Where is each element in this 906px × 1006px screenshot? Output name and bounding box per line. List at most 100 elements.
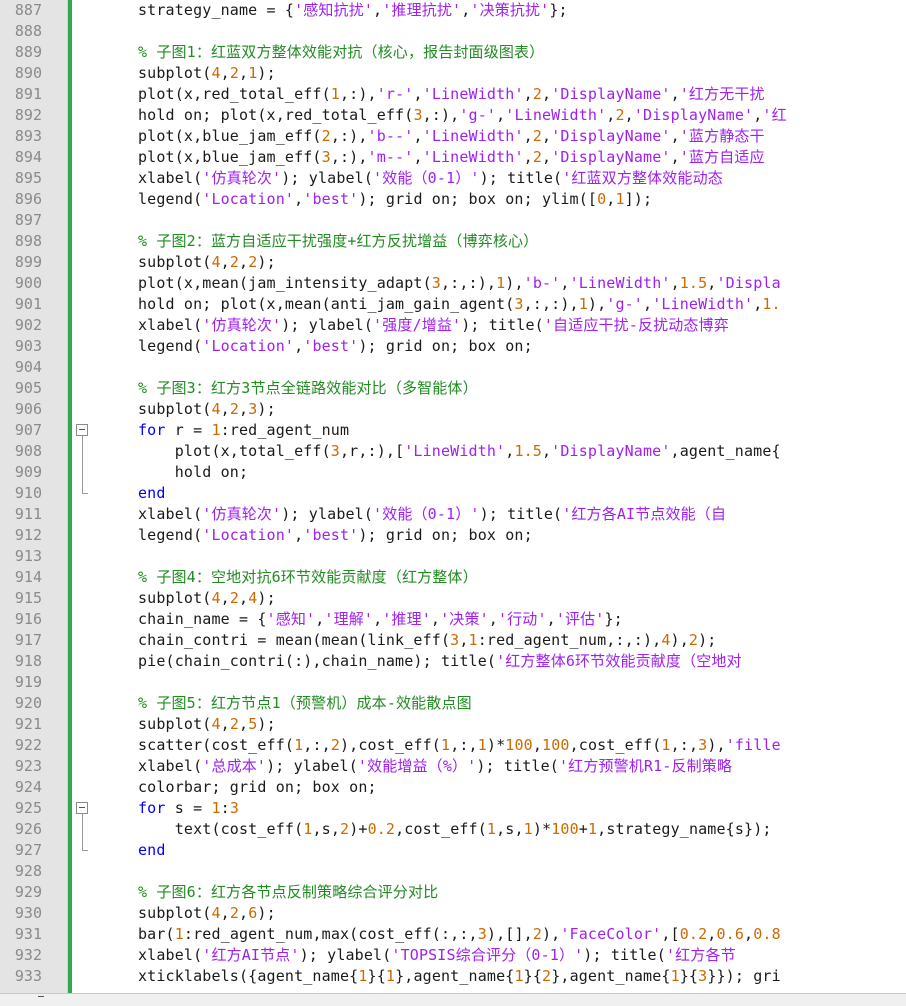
code-line[interactable]: 927 end	[0, 840, 906, 861]
code-line[interactable]: 901 hold on; plot(x,mean(anti_jam_gain_ag…	[0, 294, 906, 315]
code-line[interactable]: 926 text(cost_eff(1,s,2)+0.2,cost_eff(1,…	[0, 819, 906, 840]
code-lines[interactable]: 887 strategy_name = {'感知抗扰','推理抗扰','决策抗扰'…	[0, 0, 906, 987]
code-line[interactable]: 922 scatter(cost_eff(1,:,2),cost_eff(1,:,…	[0, 735, 906, 756]
line-code: xlabel('仿真轮次'); ylabel('效能（0-1）'); title…	[138, 504, 726, 525]
line-number: 923	[14, 757, 42, 775]
code-line[interactable]: 908 plot(x,total_eff(3,r,:),['LineWidth'…	[0, 441, 906, 462]
code-token: hold on;	[138, 463, 249, 481]
code-line[interactable]: 898 % 子图2：蓝方自适应干扰强度+红方反扰增益（博弈核心）	[0, 231, 906, 252]
code-line[interactable]: 917 chain_contri = mean(mean(link_eff(3,1…	[0, 630, 906, 651]
code-line[interactable]: 905 % 子图3：红方3节点全链路效能对比（多智能体）	[0, 378, 906, 399]
code-token: 'LineWidth'	[422, 85, 524, 103]
code-line[interactable]: 897	[0, 210, 906, 231]
code-token: 'best'	[303, 190, 359, 208]
code-token: 4	[661, 631, 671, 649]
code-line[interactable]: 893 plot(x,blue_jam_eff(2,:),'b--','LineW…	[0, 126, 906, 147]
code-token: 2	[542, 967, 552, 985]
fold-collapse-icon[interactable]	[76, 802, 88, 814]
code-token: hold on; plot(x,red_total_eff(	[138, 106, 414, 124]
line-number: 897	[14, 211, 42, 229]
code-token: '蓝方自适应	[679, 148, 765, 166]
code-token: 'Displa	[716, 274, 781, 292]
code-line[interactable]: 910 end	[0, 483, 906, 504]
line-number: 927	[14, 841, 42, 859]
code-token: 'Location'	[202, 337, 295, 355]
code-line[interactable]: 916 chain_name = {'感知','理解','推理','决策','行动…	[0, 609, 906, 630]
code-line[interactable]: 915 subplot(4,2,4);	[0, 588, 906, 609]
code-token: ,	[670, 148, 680, 166]
line-number: 926	[14, 820, 42, 838]
line-number: 895	[14, 169, 42, 187]
code-line[interactable]: 892 hold on; plot(x,red_total_eff(3,:),'g…	[0, 105, 906, 126]
line-number: 892	[14, 106, 42, 124]
code-token: }}); gri	[707, 967, 781, 985]
code-line[interactable]: 923 xlabel('总成本'); ylabel('效能增益（%）'); tit…	[0, 756, 906, 777]
line-code: plot(x,mean(jam_intensity_adapt(3,:,:),1…	[138, 273, 781, 294]
code-line[interactable]: 895 xlabel('仿真轮次'); ylabel('效能（0-1）'); ti…	[0, 168, 906, 189]
code-line[interactable]: 888	[0, 21, 906, 42]
code-line[interactable]: 919	[0, 672, 906, 693]
code-token: ,:,:),	[440, 274, 497, 292]
code-line[interactable]: 907 for r = 1:red_agent_num	[0, 420, 906, 441]
code-line[interactable]: 906 subplot(4,2,3);	[0, 399, 906, 420]
code-line[interactable]: 912 legend('Location','best'); grid on; b…	[0, 525, 906, 546]
code-line[interactable]: 911 xlabel('仿真轮次'); ylabel('效能（0-1）'); ti…	[0, 504, 906, 525]
line-number: 894	[14, 148, 42, 166]
code-token: for	[138, 799, 166, 817]
code-token: ),[],	[486, 925, 533, 943]
code-token: ,	[294, 337, 304, 355]
code-line[interactable]: 903 legend('Location','best'); grid on; b…	[0, 336, 906, 357]
code-line[interactable]: 925 for s = 1:3	[0, 798, 906, 819]
code-token: ),	[587, 295, 607, 313]
code-token: )*	[486, 736, 506, 754]
code-token: :red_agent_num	[220, 421, 350, 439]
code-token: '行动'	[497, 610, 547, 628]
code-token: strategy_name = {	[138, 1, 295, 19]
code-line[interactable]: 902 xlabel('仿真轮次'); ylabel('强度/增益'); titl…	[0, 315, 906, 336]
line-code: xlabel('总成本'); ylabel('效能增益（%）'); title(…	[138, 756, 732, 777]
code-line[interactable]: 930 subplot(4,2,6);	[0, 903, 906, 924]
code-line[interactable]: 932 xlabel('红方AI节点'); ylabel('TOPSIS综合评分（…	[0, 945, 906, 966]
code-line[interactable]: 933 xticklabels({agent_name{1}{1},agent_n…	[0, 966, 906, 987]
code-line[interactable]: 899 subplot(4,2,2);	[0, 252, 906, 273]
code-line[interactable]: 887 strategy_name = {'感知抗扰','推理抗扰','决策抗扰'…	[0, 0, 906, 21]
code-line[interactable]: 889 % 子图1：红蓝双方整体效能对抗（核心，报告封面级图表）	[0, 42, 906, 63]
code-line[interactable]: 929 % 子图6：红方各节点反制策略综合评分对比	[0, 882, 906, 903]
line-code: text(cost_eff(1,s,2)+0.2,cost_eff(1,s,1)…	[138, 819, 772, 840]
code-line[interactable]: 904	[0, 357, 906, 378]
code-token: ,	[220, 715, 230, 733]
code-line[interactable]: 891 plot(x,red_total_eff(1,:),'r-','LineW…	[0, 84, 906, 105]
line-code: subplot(4,2,1);	[138, 63, 276, 84]
code-line[interactable]: 914 % 子图4：空地对抗6环节效能贡献度（红方整体）	[0, 567, 906, 588]
code-token: '仿真轮次'	[202, 316, 282, 334]
code-line[interactable]: 921 subplot(4,2,5);	[0, 714, 906, 735]
code-line[interactable]: 890 subplot(4,2,1);	[0, 63, 906, 84]
code-line[interactable]: 900 plot(x,mean(jam_intensity_adapt(3,:,:…	[0, 273, 906, 294]
code-token: ,	[532, 736, 543, 754]
code-line[interactable]: 913	[0, 546, 906, 567]
code-line[interactable]: 896 legend('Location','best'); grid on; b…	[0, 189, 906, 210]
fold-guide-line	[82, 462, 83, 483]
code-line[interactable]: 909 hold on;	[0, 462, 906, 483]
code-line[interactable]: 931 bar(1:red_agent_num,max(cost_eff(:,:,…	[0, 924, 906, 945]
code-line[interactable]: 920 % 子图5：红方节点1（预警机）成本-效能散点图	[0, 693, 906, 714]
code-editor[interactable]: 887 strategy_name = {'感知抗扰','推理抗扰','决策抗扰'…	[0, 0, 906, 993]
code-token: '强度/增益'	[373, 316, 462, 334]
line-number: 910	[14, 484, 42, 502]
line-number: 918	[14, 652, 42, 670]
code-token: );	[257, 64, 276, 82]
code-line[interactable]: 918 pie(chain_contri(:),chain_name); titl…	[0, 651, 906, 672]
code-line[interactable]: 894 plot(x,blue_jam_eff(3,:),'m--','LineW…	[0, 147, 906, 168]
code-token: plot(x,mean(jam_intensity_adapt(	[138, 274, 432, 292]
code-line[interactable]: 928	[0, 861, 906, 882]
code-line[interactable]: 924 colorbar; grid on; box on;	[0, 777, 906, 798]
fold-collapse-icon[interactable]	[76, 424, 88, 436]
code-token: 2	[330, 736, 340, 754]
code-token: ,	[239, 400, 249, 418]
code-token: ,	[523, 127, 533, 145]
code-token: 3	[413, 106, 423, 124]
code-token: 3	[698, 967, 708, 985]
code-token: % 子图3：红方3节点全链路效能对比（多智能体）	[138, 379, 478, 397]
code-token: ); grid on; box on;	[358, 526, 533, 544]
code-token: ,	[430, 610, 441, 628]
